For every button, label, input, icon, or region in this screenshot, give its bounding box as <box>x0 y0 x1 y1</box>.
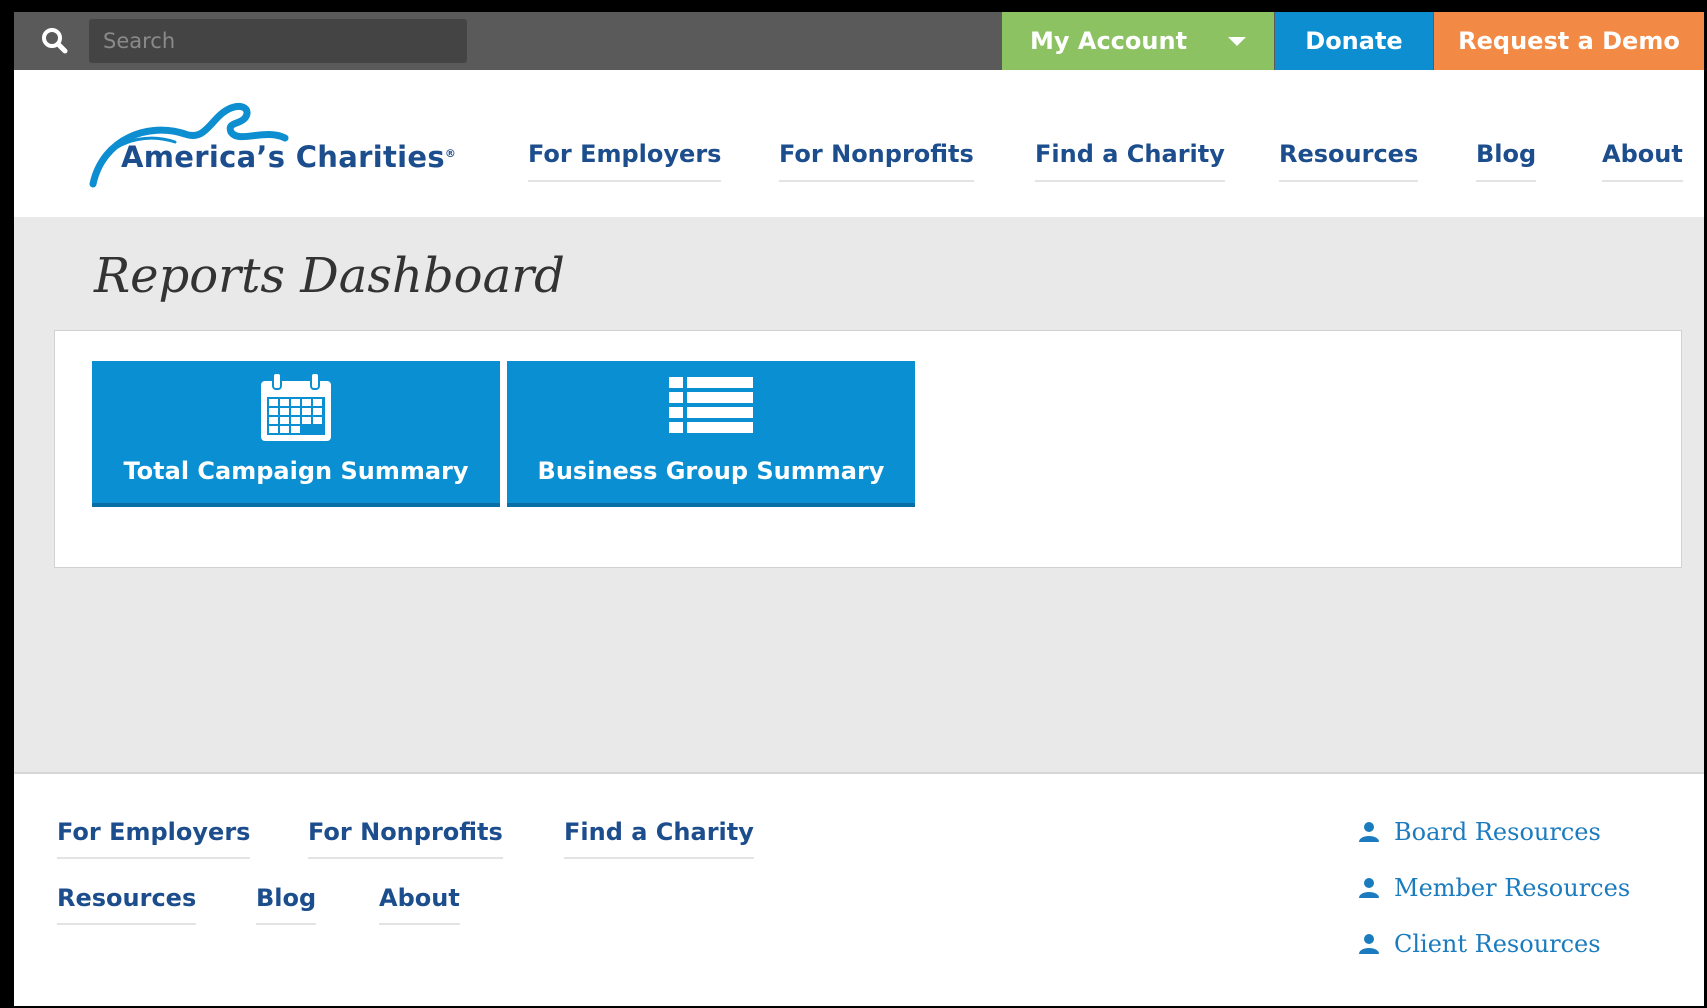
request-demo-button[interactable]: Request a Demo <box>1434 12 1704 70</box>
tile-label: Business Group Summary <box>537 457 885 485</box>
footer-nav-find-a-charity[interactable]: Find a Charity <box>564 818 754 859</box>
site-footer: For Employers For Nonprofits Find a Char… <box>14 772 1704 1006</box>
search-input[interactable] <box>89 19 467 63</box>
search-icon[interactable] <box>40 26 70 56</box>
user-icon <box>1359 934 1379 954</box>
top-utility-bar: My Account Donate Request a Demo <box>14 12 1704 70</box>
reports-card: Total Campaign Summary Business Group Su… <box>54 330 1682 568</box>
registered-mark: ® <box>444 147 457 160</box>
donate-button[interactable]: Donate <box>1275 12 1433 70</box>
americas-charities-logo[interactable]: America’s Charities® <box>89 98 456 190</box>
chevron-down-icon <box>1228 37 1246 46</box>
tile-label: Total Campaign Summary <box>123 457 469 485</box>
nav-resources[interactable]: Resources <box>1279 140 1419 182</box>
footer-nav-for-nonprofits[interactable]: For Nonprofits <box>308 818 503 859</box>
nav-about[interactable]: About <box>1602 140 1683 182</box>
page-title: Reports Dashboard <box>94 248 565 304</box>
footer-nav-blog[interactable]: Blog <box>256 884 317 925</box>
footer-nav-about[interactable]: About <box>379 884 460 925</box>
calendar-icon <box>257 371 335 449</box>
footer-nav-resources[interactable]: Resources <box>57 884 197 925</box>
business-group-summary-tile[interactable]: Business Group Summary <box>507 361 915 507</box>
resource-label: Board Resources <box>1394 818 1601 846</box>
resource-label: Member Resources <box>1394 874 1631 902</box>
my-account-label: My Account <box>1030 27 1188 55</box>
request-demo-label: Request a Demo <box>1458 27 1680 55</box>
nav-blog[interactable]: Blog <box>1476 140 1537 182</box>
total-campaign-summary-tile[interactable]: Total Campaign Summary <box>92 361 500 507</box>
nav-for-nonprofits[interactable]: For Nonprofits <box>779 140 974 182</box>
my-account-button[interactable]: My Account <box>1002 12 1274 70</box>
brand-name: America’s Charities® <box>121 140 457 174</box>
list-icon <box>669 375 753 439</box>
nav-find-a-charity[interactable]: Find a Charity <box>1035 140 1225 182</box>
nav-for-employers[interactable]: For Employers <box>528 140 722 182</box>
footer-nav-for-employers[interactable]: For Employers <box>57 818 251 859</box>
user-icon <box>1359 822 1379 842</box>
browser-viewport: My Account Donate Request a Demo America… <box>14 12 1704 1006</box>
resource-label: Client Resources <box>1394 930 1601 958</box>
board-resources-link[interactable]: Board Resources <box>1358 818 1601 846</box>
member-resources-link[interactable]: Member Resources <box>1358 874 1630 902</box>
donate-label: Donate <box>1305 27 1403 55</box>
client-resources-link[interactable]: Client Resources <box>1358 930 1601 958</box>
user-icon <box>1359 878 1379 898</box>
site-header: America’s Charities® For Employers For N… <box>14 70 1704 217</box>
